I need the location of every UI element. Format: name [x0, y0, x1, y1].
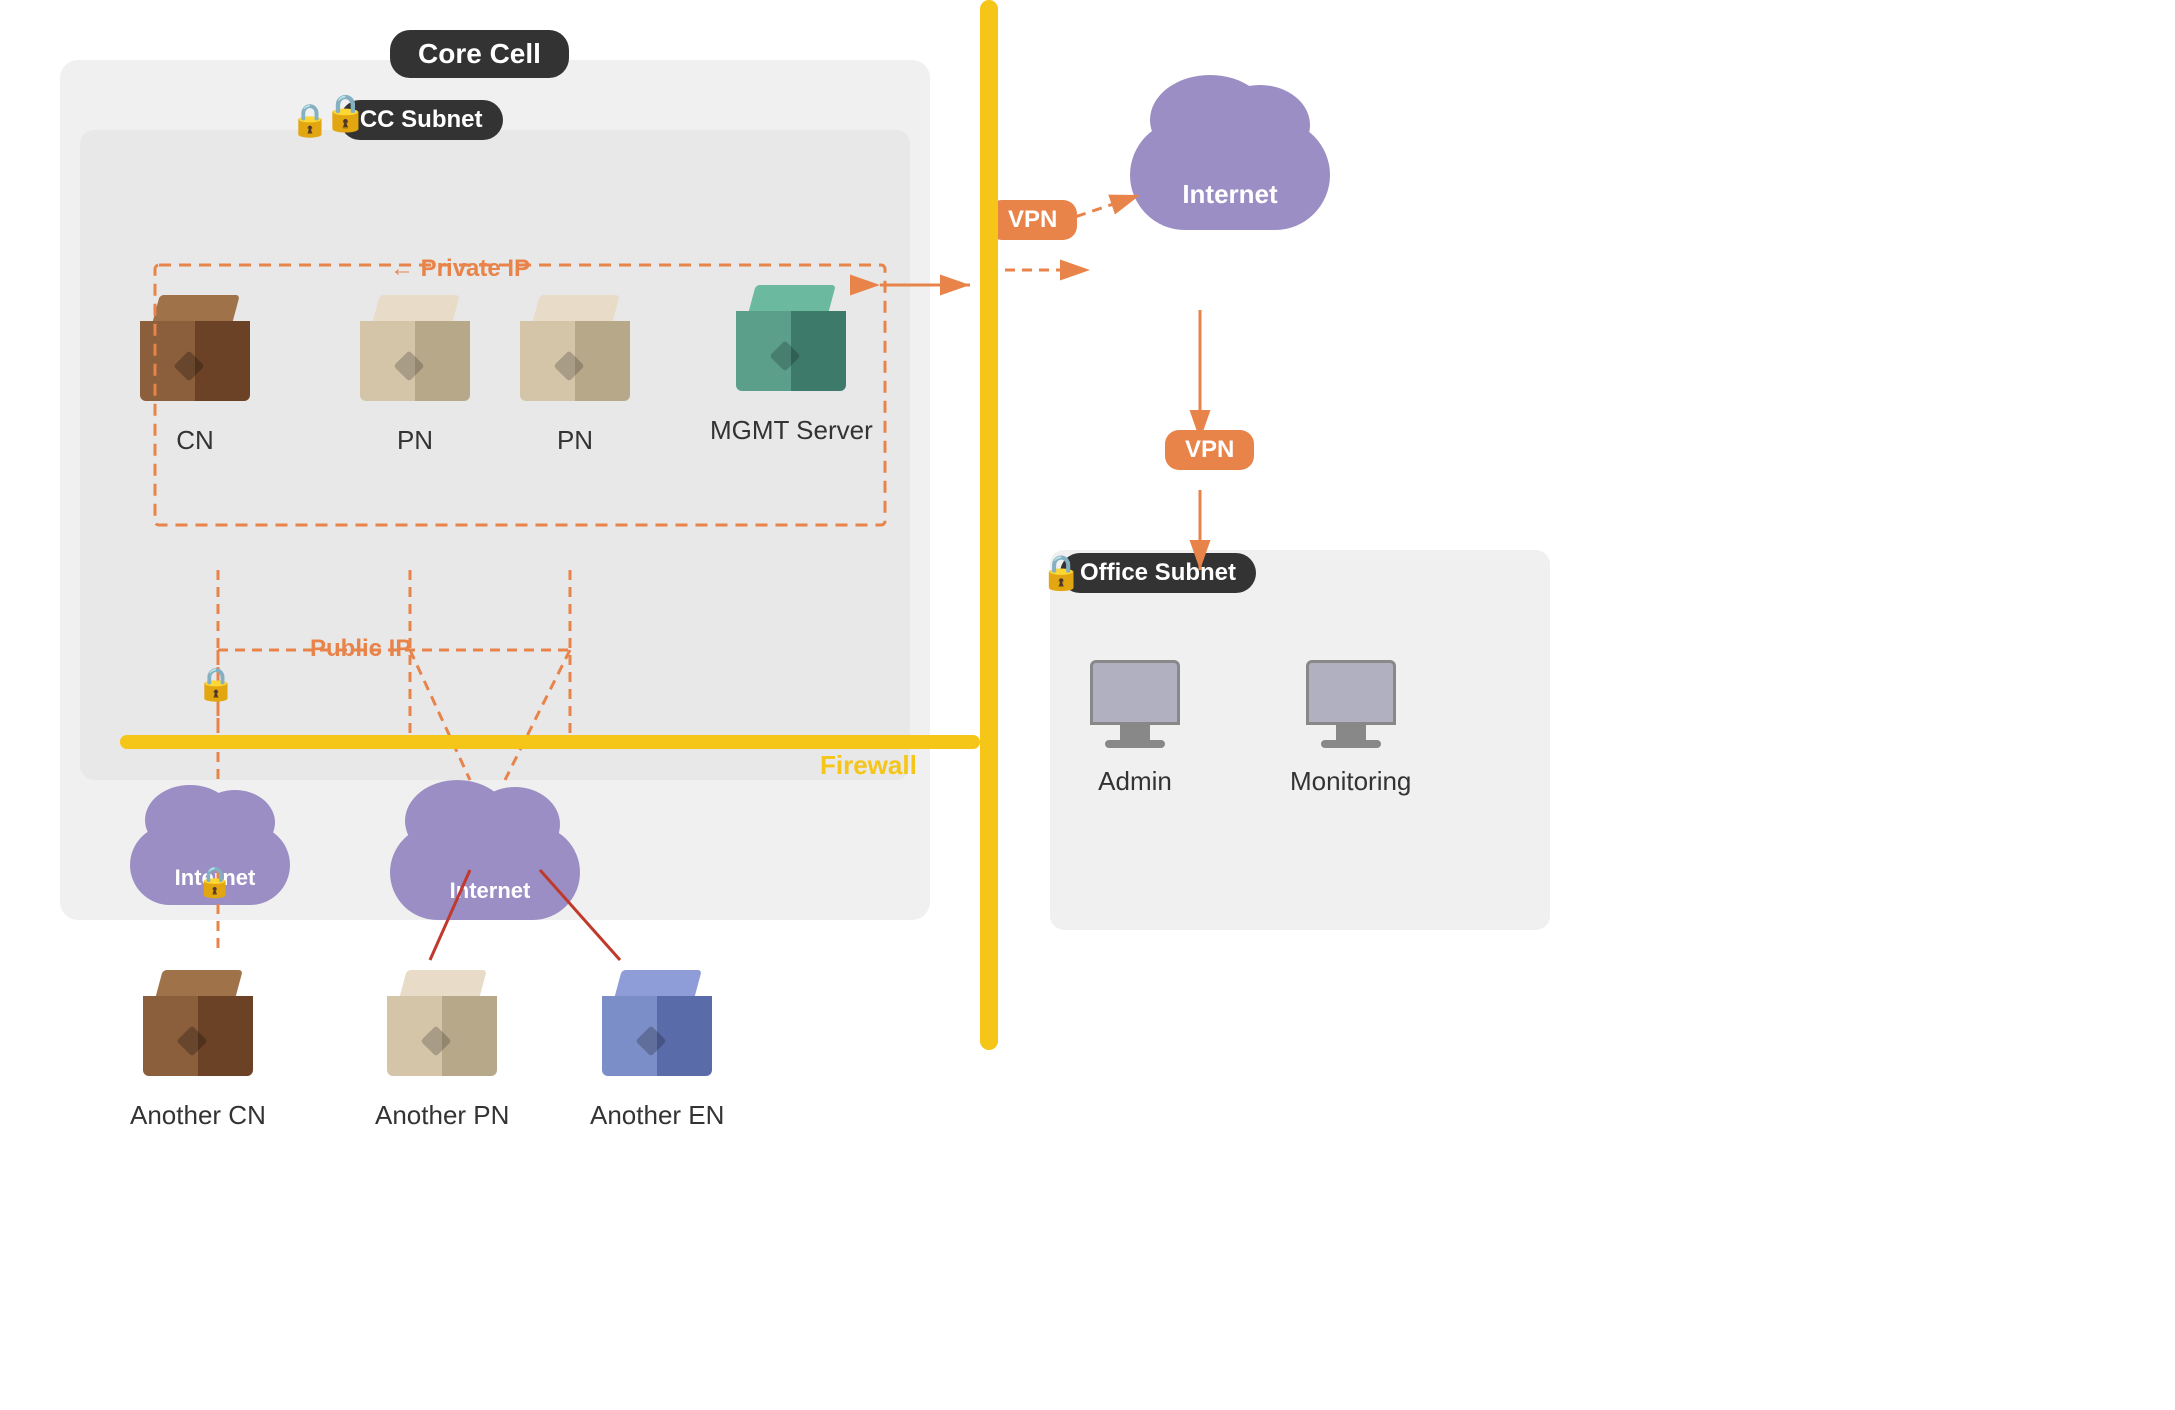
public-ip-label: Public IP: [310, 635, 411, 663]
monitoring-screen: [1306, 660, 1396, 725]
internet-label-right: Internet: [1110, 179, 1350, 210]
internet-label-2: Internet: [380, 878, 600, 904]
another-pn-label: Another PN: [375, 1100, 509, 1131]
vpn-badge-top: VPN: [988, 200, 1077, 240]
office-subnet-lock: 🔒: [1040, 553, 1082, 593]
cc-subnet-lock: 🔒: [323, 92, 368, 134]
pn2-label: PN: [557, 425, 593, 456]
internet-cloud-right: Internet: [1090, 70, 1370, 270]
monitoring-stand: [1336, 725, 1366, 740]
admin-label: Admin: [1098, 766, 1172, 797]
mgmt-server-node: MGMT Server: [710, 285, 873, 446]
another-en-label: Another EN: [590, 1100, 724, 1131]
vpn-badge-middle: VPN: [1165, 430, 1254, 470]
pn2-server-node: PN: [520, 295, 630, 456]
admin-monitor-node: Admin: [1090, 660, 1180, 797]
firewall-label: Firewall: [820, 750, 917, 781]
another-en-node: Another EN: [590, 970, 724, 1131]
admin-stand: [1120, 725, 1150, 740]
admin-base: [1105, 740, 1165, 748]
another-cn-node: Another CN: [130, 970, 266, 1131]
pn1-server-node: PN: [360, 295, 470, 456]
core-cell-label: Core Cell: [390, 30, 569, 78]
another-cn-label: Another CN: [130, 1100, 266, 1131]
another-pn-node: Another PN: [375, 970, 509, 1131]
monitoring-monitor-icon: [1306, 660, 1396, 748]
pn1-label: PN: [397, 425, 433, 456]
admin-screen: [1090, 660, 1180, 725]
another-cn-lock: 🔒: [196, 865, 233, 900]
admin-monitor-icon: [1090, 660, 1180, 748]
office-subnet-label-wrap: Office Subnet: [1060, 553, 1256, 593]
cn-server-node: CN: [140, 295, 250, 456]
private-ip-label: ← Private IP: [390, 255, 530, 283]
monitoring-base: [1321, 740, 1381, 748]
monitoring-label: Monitoring: [1290, 766, 1411, 797]
diagram-container: Core Cell 🔒 CC Subnet Firewall: [0, 0, 2175, 1410]
internet-cloud-2: Internet: [380, 780, 620, 930]
public-ip-lock-cn: 🔒: [196, 665, 236, 703]
office-subnet-text: Office Subnet: [1080, 559, 1236, 587]
firewall-line: [120, 735, 980, 749]
mgmt-server-label: MGMT Server: [710, 415, 873, 446]
cc-subnet-label-wrap: 🔒 CC Subnet: [290, 100, 503, 140]
office-subnet-badge: Office Subnet: [1060, 553, 1256, 593]
monitoring-monitor-node: Monitoring: [1290, 660, 1411, 797]
cn-label: CN: [176, 425, 214, 456]
vertical-bar: [980, 0, 998, 1050]
